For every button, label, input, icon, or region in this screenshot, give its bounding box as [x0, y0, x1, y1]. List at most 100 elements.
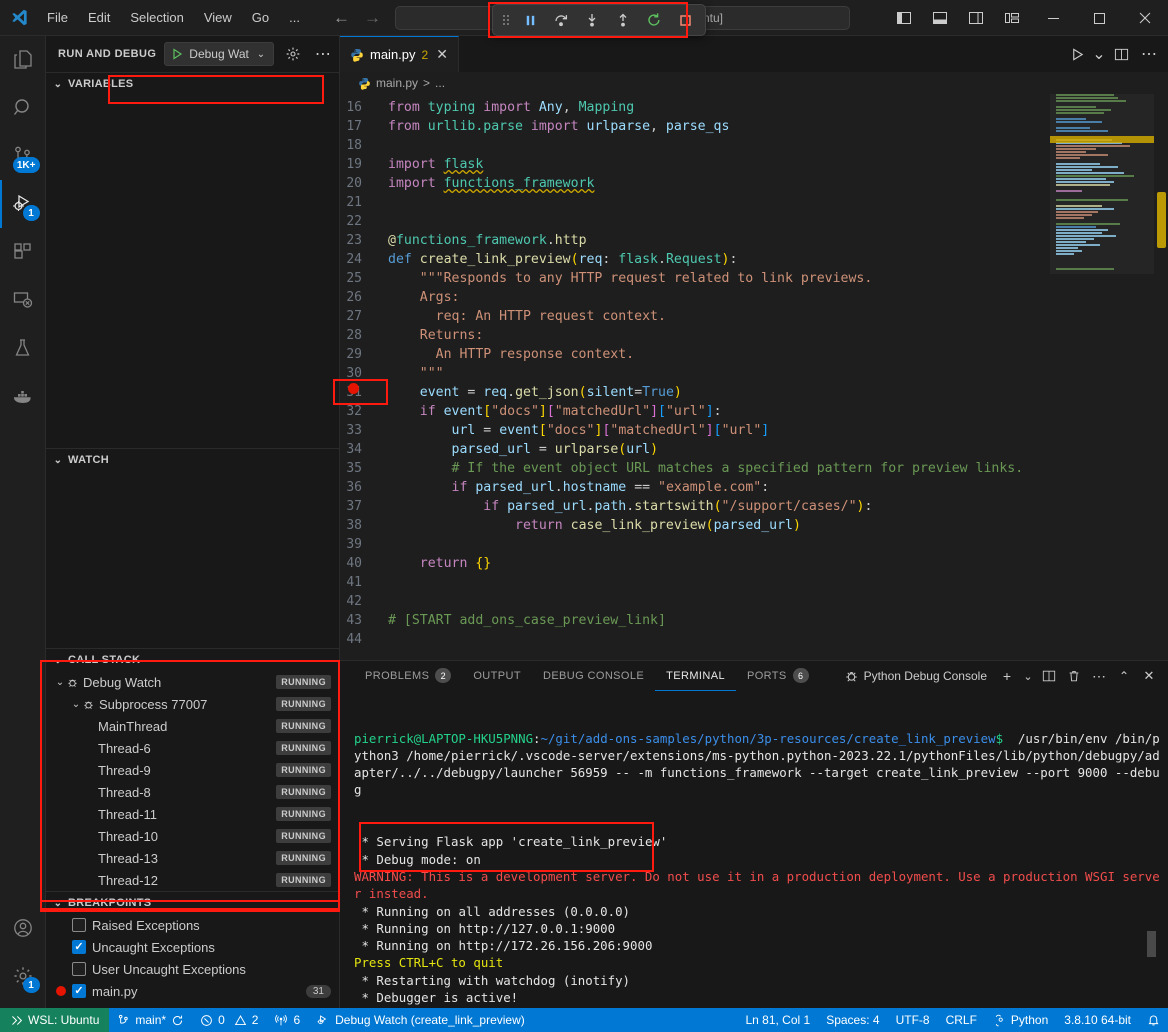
menu-file[interactable]: File [38, 7, 77, 28]
chevron-down-icon[interactable]: ⌄ [255, 49, 267, 60]
accounts-button[interactable] [0, 904, 46, 952]
terminal-scrollbar-thumb[interactable] [1147, 931, 1156, 957]
code-line[interactable]: 16from typing import Any, Mapping [340, 98, 1168, 117]
pause-button[interactable] [516, 8, 544, 32]
code-line[interactable]: 41 [340, 573, 1168, 592]
debug-settings-gear-icon[interactable] [282, 43, 304, 65]
chevron-down-icon[interactable]: ⌄ [1092, 41, 1106, 67]
chevron-up-icon[interactable]: ⌃ [1113, 665, 1135, 687]
sidebar-item-search[interactable] [0, 84, 46, 132]
menu-edit[interactable]: Edit [79, 7, 119, 28]
code-line[interactable]: 35 # If the event object URL matches a s… [340, 459, 1168, 478]
restart-button[interactable] [640, 8, 668, 32]
chevron-down-icon[interactable]: ⌄ [70, 699, 82, 710]
breadcrumb-rest[interactable]: ... [435, 76, 445, 90]
status-language[interactable]: Python [985, 1008, 1056, 1032]
breakpoints-header[interactable]: ⌄ BREAKPOINTS [46, 892, 339, 914]
tab-main-py[interactable]: main.py 2 ✕ [340, 36, 459, 72]
code-line[interactable]: 23@functions_framework.http [340, 231, 1168, 250]
breakpoint-row[interactable]: User Uncaught Exceptions [46, 958, 339, 980]
menu-go[interactable]: Go [243, 7, 278, 28]
sidebar-item-docker[interactable] [0, 372, 46, 420]
code-line[interactable]: 30 """ [340, 364, 1168, 383]
settings-button[interactable]: 1 [0, 952, 46, 1000]
menu-more[interactable]: ... [280, 7, 309, 28]
toggle-panel-icon[interactable] [922, 0, 958, 36]
split-terminal-icon[interactable] [1038, 665, 1060, 687]
play-icon[interactable] [171, 48, 183, 60]
arrow-right-icon[interactable]: → [364, 9, 381, 26]
panel-tab-debug-console[interactable]: DEBUG CONSOLE [532, 661, 655, 691]
arrow-left-icon[interactable]: ← [333, 9, 350, 26]
call-stack-row[interactable]: Thread-11RUNNING [46, 803, 339, 825]
editor-breakpoint-icon[interactable] [348, 383, 359, 394]
status-cursor-position[interactable]: Ln 81, Col 1 [737, 1008, 818, 1032]
status-interpreter[interactable]: 3.8.10 64-bit [1056, 1008, 1139, 1032]
breakpoint-row[interactable]: Uncaught Exceptions [46, 936, 339, 958]
call-stack-row[interactable]: Thread-10RUNNING [46, 825, 339, 847]
status-notifications[interactable] [1139, 1008, 1168, 1032]
ellipsis-icon[interactable]: ⋯ [1136, 41, 1162, 67]
code-line[interactable]: 29 An HTTP response context. [340, 345, 1168, 364]
status-problems[interactable]: 0 2 [192, 1008, 266, 1032]
status-remote[interactable]: WSL: Ubuntu [0, 1008, 109, 1032]
step-into-button[interactable] [578, 8, 606, 32]
code-line[interactable]: 34 parsed_url = urlparse(url) [340, 440, 1168, 459]
menu-bar[interactable]: File Edit Selection View Go ... [38, 7, 309, 28]
status-eol[interactable]: CRLF [938, 1008, 985, 1032]
sidebar-item-explorer[interactable] [0, 36, 46, 84]
call-stack-row[interactable]: Thread-8RUNNING [46, 781, 339, 803]
code-line[interactable]: 44 [340, 630, 1168, 649]
breadcrumb-file[interactable]: main.py [376, 76, 418, 90]
call-stack-row[interactable]: Thread-13RUNNING [46, 847, 339, 869]
step-over-button[interactable] [547, 8, 575, 32]
minimize-icon[interactable] [1030, 0, 1076, 36]
code-line[interactable]: 28 Returns: [340, 326, 1168, 345]
call-stack-row[interactable]: ⌄Debug WatchRUNNING [46, 671, 339, 693]
code-line[interactable]: 18 [340, 136, 1168, 155]
run-python-file-icon[interactable] [1064, 41, 1090, 67]
menu-view[interactable]: View [195, 7, 241, 28]
panel-tab-output[interactable]: OUTPUT [462, 661, 532, 691]
watch-header[interactable]: ⌄ WATCH [46, 449, 339, 471]
scrollbar-thumb[interactable] [1157, 192, 1166, 248]
code-line[interactable]: 25 """Responds to any HTTP request relat… [340, 269, 1168, 288]
panel-tab-problems[interactable]: PROBLEMS2 [354, 661, 462, 691]
close-icon[interactable]: ✕ [436, 46, 448, 63]
code-line[interactable]: 31 event = req.get_json(silent=True) [340, 383, 1168, 402]
panel-tab-terminal[interactable]: TERMINAL [655, 661, 736, 691]
code-line[interactable]: 26 Args: [340, 288, 1168, 307]
call-stack-row[interactable]: Thread-9RUNNING [46, 759, 339, 781]
ellipsis-icon[interactable]: ⋯ [1088, 665, 1110, 687]
breakpoint-row[interactable]: Raised Exceptions [46, 914, 339, 936]
breakpoint-row[interactable]: main.py31 [46, 980, 339, 1002]
call-stack-row[interactable]: Thread-12RUNNING [46, 869, 339, 891]
sidebar-item-testing[interactable] [0, 324, 46, 372]
code-line[interactable]: 43# [START add_ons_case_preview_link] [340, 611, 1168, 630]
code-line[interactable]: 32 if event["docs"]["matchedUrl"]["url"]… [340, 402, 1168, 421]
status-branch[interactable]: main* [109, 1008, 192, 1032]
trash-icon[interactable] [1063, 665, 1085, 687]
stop-button[interactable] [671, 8, 699, 32]
toggle-primary-sidebar-icon[interactable] [886, 0, 922, 36]
status-ports[interactable]: 6 [266, 1008, 308, 1032]
variables-header[interactable]: ⌄ VARIABLES [46, 73, 339, 95]
call-stack-row[interactable]: ⌄Subprocess 77007RUNNING [46, 693, 339, 715]
panel-tab-ports[interactable]: PORTS6 [736, 661, 820, 691]
customize-layout-icon[interactable] [994, 0, 1030, 36]
code-line[interactable]: 42 [340, 592, 1168, 611]
sidebar-item-source-control[interactable]: 1K+ [0, 132, 46, 180]
editor-scrollbar[interactable] [1154, 94, 1168, 660]
step-out-button[interactable] [609, 8, 637, 32]
new-terminal-icon[interactable]: + [996, 665, 1018, 687]
code-line[interactable]: 19import flask [340, 155, 1168, 174]
breakpoint-checkbox[interactable] [72, 940, 86, 954]
breakpoint-checkbox[interactable] [72, 962, 86, 976]
call-stack-header[interactable]: ⌄ CALL STACK [46, 649, 339, 671]
drag-handle-icon[interactable] [499, 13, 513, 27]
code-line[interactable]: 40 return {} [340, 554, 1168, 573]
sidebar-item-remote-explorer[interactable] [0, 276, 46, 324]
close-icon[interactable]: ✕ [1138, 665, 1160, 687]
call-stack-row[interactable]: MainThreadRUNNING [46, 715, 339, 737]
code-line[interactable]: 17from urllib.parse import urlparse, par… [340, 117, 1168, 136]
